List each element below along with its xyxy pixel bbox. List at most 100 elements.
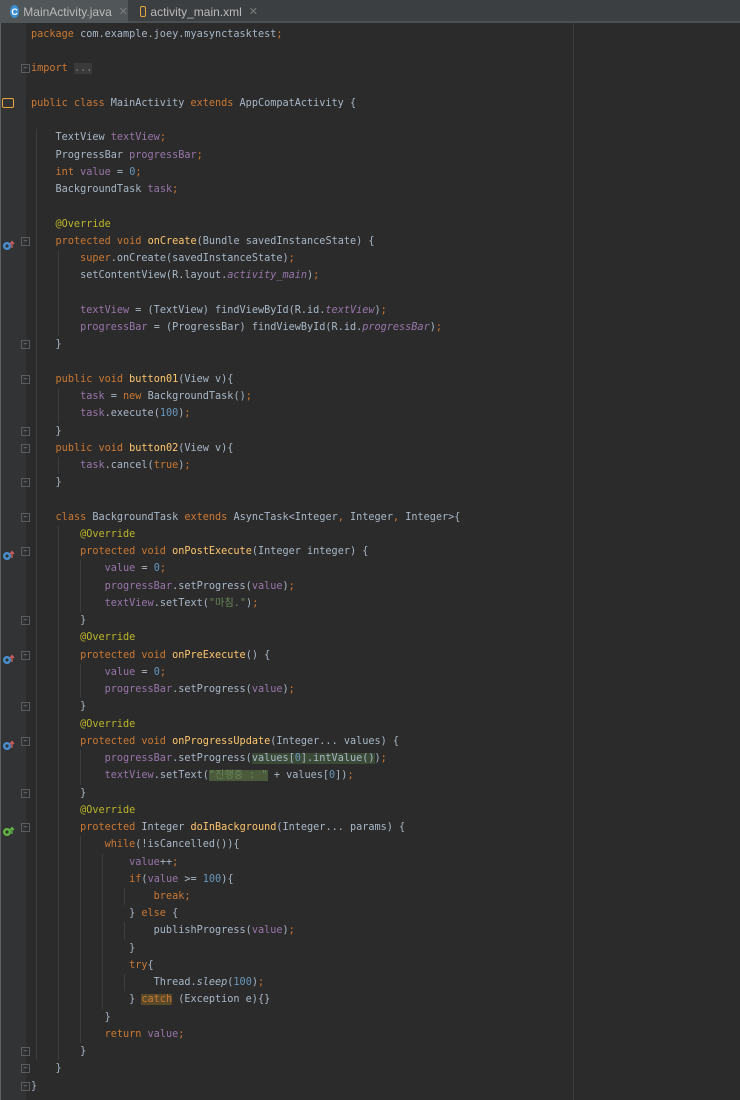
code-line[interactable]: } else { — [31, 905, 178, 922]
code-line[interactable]: @Override — [31, 629, 135, 646]
code-line[interactable]: protected void onPreExecute() { — [31, 647, 270, 664]
code-line[interactable]: } — [31, 336, 62, 353]
fold-toggle-icon[interactable]: − — [21, 788, 30, 798]
fold-toggle-icon[interactable]: − — [21, 1047, 30, 1057]
code-token: } — [31, 1011, 111, 1023]
code-token: = — [141, 563, 154, 575]
fold-toggle-icon[interactable]: − — [21, 1081, 30, 1091]
implement-up-icon[interactable] — [2, 822, 15, 837]
code-line[interactable]: protected void onPostExecute(Integer int… — [31, 543, 368, 560]
code-line[interactable]: class BackgroundTask extends AsyncTask<I… — [31, 509, 461, 526]
code-line[interactable]: @Override — [31, 526, 135, 543]
code-line[interactable]: protected void onCreate(Bundle savedInst… — [31, 233, 375, 250]
code-line[interactable]: TextView textView; — [31, 129, 166, 146]
code-token: value — [104, 666, 142, 678]
code-line[interactable]: package com.example.joey.myasynctasktest… — [31, 26, 283, 43]
code-line[interactable]: } catch (Exception e){} — [31, 991, 270, 1008]
code-line[interactable]: @Override — [31, 716, 135, 733]
code-line[interactable]: textView.setText("마침."); — [31, 595, 259, 612]
override-up-icon[interactable] — [2, 546, 15, 561]
tab-mainactivity-java[interactable]: C MainActivity.java ✕ — [0, 0, 128, 23]
code-line[interactable]: } — [31, 1043, 86, 1060]
fold-toggle-icon[interactable]: − — [21, 702, 30, 712]
code-token: setContentView(R.layout. — [31, 270, 228, 282]
code-token: = (ProgressBar) findViewById(R.id. — [153, 322, 363, 334]
code-line[interactable]: while(!isCancelled()){ — [31, 836, 240, 853]
code-line[interactable]: } — [31, 785, 86, 802]
code-token: activity_main — [227, 270, 308, 282]
code-line[interactable]: if(value >= 100){ — [31, 871, 233, 888]
code-token: public class — [31, 97, 111, 109]
code-line[interactable]: task.execute(100); — [31, 405, 190, 422]
fold-toggle-icon[interactable]: − — [21, 478, 30, 488]
fold-toggle-icon[interactable]: − — [21, 64, 30, 74]
editor-gutter[interactable] — [0, 23, 26, 1100]
code-line[interactable]: } — [31, 1009, 111, 1026]
fold-toggle-icon[interactable]: − — [21, 547, 30, 557]
fold-toggle-icon[interactable]: − — [21, 650, 30, 660]
fold-toggle-icon[interactable]: − — [21, 512, 30, 522]
override-up-icon[interactable] — [2, 650, 15, 664]
code-line[interactable]: } — [31, 423, 62, 440]
code-line[interactable]: } — [31, 698, 86, 715]
fold-toggle-icon[interactable]: − — [21, 823, 30, 833]
close-icon[interactable]: ✕ — [119, 5, 128, 18]
code-line[interactable]: } — [31, 474, 62, 491]
code-line[interactable]: public void button02(View v){ — [31, 440, 234, 457]
code-line[interactable]: ProgressBar progressBar; — [31, 147, 203, 164]
code-line[interactable]: value++; — [31, 854, 178, 871]
code-line[interactable]: int value = 0; — [31, 164, 142, 181]
code-line[interactable]: task = new BackgroundTask(); — [31, 388, 252, 405]
code-token: } — [31, 1046, 87, 1058]
run-class-icon[interactable] — [2, 97, 14, 108]
code-token: protected void — [80, 735, 173, 747]
code-line[interactable]: value = 0; — [31, 560, 166, 577]
code-line[interactable]: protected Integer doInBackground(Integer… — [31, 819, 405, 836]
code-line[interactable]: public class MainActivity extends AppCom… — [31, 95, 356, 112]
code-line[interactable]: } — [31, 1060, 62, 1077]
code-line[interactable]: break; — [31, 888, 191, 905]
folded-imports[interactable]: ... — [73, 63, 93, 75]
code-line[interactable]: progressBar.setProgress(values[0].intVal… — [31, 750, 387, 767]
code-line[interactable]: setContentView(R.layout.activity_main); — [31, 267, 319, 284]
close-icon[interactable]: ✕ — [249, 5, 258, 18]
code-line[interactable]: @Override — [31, 216, 111, 233]
override-up-icon[interactable] — [2, 236, 15, 250]
code-line[interactable]: return value; — [31, 1026, 185, 1043]
fold-toggle-icon[interactable]: − — [21, 443, 30, 453]
code-line[interactable]: try{ — [31, 957, 154, 974]
code-line[interactable]: public void button01(View v){ — [31, 371, 234, 388]
code-line[interactable]: task.cancel(true); — [31, 457, 190, 474]
code-line[interactable]: } — [31, 1078, 37, 1095]
fold-toggle-icon[interactable]: − — [21, 1064, 30, 1074]
tab-activity-main-xml[interactable]: activity_main.xml ✕ — [130, 0, 258, 23]
fold-toggle-icon[interactable]: − — [21, 374, 30, 384]
code-token: extends — [184, 511, 234, 523]
code-line[interactable]: } — [31, 612, 86, 629]
override-up-icon[interactable] — [2, 736, 15, 750]
fold-toggle-icon[interactable]: − — [21, 426, 30, 436]
code-line[interactable]: value = 0; — [31, 664, 166, 681]
code-line[interactable]: import ... — [31, 60, 93, 77]
code-line[interactable]: Thread.sleep(100); — [31, 974, 264, 991]
code-line[interactable]: progressBar.setProgress(value); — [31, 578, 295, 595]
fold-toggle-icon[interactable]: − — [21, 616, 30, 626]
code-line[interactable]: } — [31, 940, 135, 957]
code-token: button02 — [129, 442, 179, 454]
code-line[interactable]: progressBar = (ProgressBar) findViewById… — [31, 319, 442, 336]
fold-toggle-icon[interactable]: − — [21, 736, 30, 746]
code-token: .cancel( — [104, 460, 154, 471]
code-line[interactable]: textView.setText("진행중 : " + values[0]); — [31, 767, 354, 784]
fold-toggle-icon[interactable]: − — [21, 236, 30, 246]
code-token: progressBar — [104, 684, 173, 696]
code-line[interactable]: protected void onProgressUpdate(Integer.… — [31, 733, 399, 750]
code-line[interactable]: textView = (TextView) findViewById(R.id.… — [31, 302, 387, 319]
fold-toggle-icon[interactable]: − — [21, 340, 30, 350]
code-line[interactable]: super.onCreate(savedInstanceState); — [31, 250, 295, 267]
code-line[interactable]: publishProgress(value); — [31, 922, 295, 939]
code-line[interactable]: @Override — [31, 802, 135, 819]
code-line[interactable]: BackgroundTask task; — [31, 181, 179, 198]
code-token: button01 — [129, 373, 179, 385]
code-line[interactable]: progressBar.setProgress(value); — [31, 681, 295, 698]
